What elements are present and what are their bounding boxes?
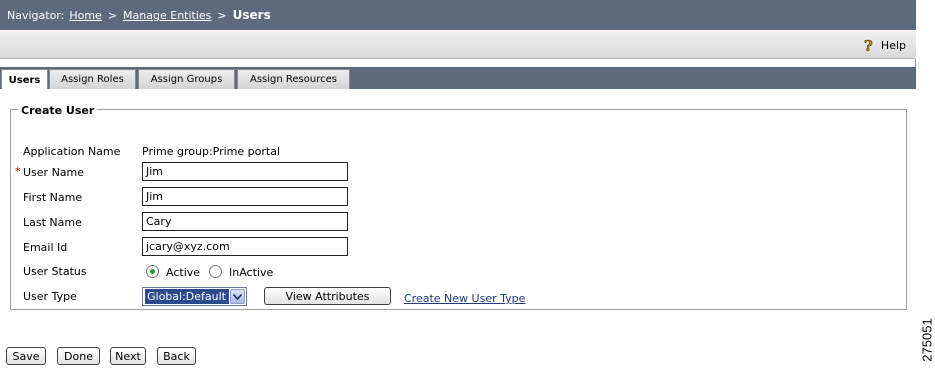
done-button[interactable]: Done [57,347,100,365]
breadcrumb-current: Users [232,8,271,22]
tab-assign-groups[interactable]: Assign Groups [138,69,235,89]
user-type-selected-value: Global:Default [145,289,229,304]
application-name-value: Prime group:Prime portal [142,145,280,158]
help-question-icon: ? [862,37,876,56]
status-active-label[interactable]: Active [166,266,200,279]
create-user-fieldset [10,109,907,310]
chevron-down-icon[interactable] [230,289,245,304]
back-button[interactable]: Back [157,347,196,365]
application-name-label: Application Name [23,145,121,158]
content-area [0,89,916,379]
user-name-input[interactable]: Jim [142,162,348,181]
save-button[interactable]: Save [6,347,46,365]
last-name-input[interactable]: Cary [142,212,348,231]
email-label: Email Id [23,241,68,254]
tab-strip: Users Assign Roles Assign Groups Assign … [0,67,916,90]
next-button[interactable]: Next [110,347,146,365]
status-inactive-label[interactable]: InActive [229,266,273,279]
email-input[interactable]: jcary@xyz.com [142,237,348,256]
breadcrumb-home-link[interactable]: Home [69,9,101,22]
status-inactive-radio[interactable] [209,265,222,278]
first-name-label: First Name [23,191,83,204]
first-name-input[interactable]: Jim [142,187,348,206]
help-label: Help [880,39,906,52]
tab-assign-roles[interactable]: Assign Roles [49,69,136,89]
app-frame: Navigator: Home > Manage Entities > User… [0,0,916,379]
last-name-label: Last Name [23,216,82,229]
navigator-prefix: Navigator: [7,8,65,22]
help-button[interactable]: ? Help [862,37,906,56]
user-name-label: User Name [23,166,85,179]
breadcrumb-manage-entities-link[interactable]: Manage Entities [123,9,211,22]
navigator-bar: Navigator: Home > Manage Entities > User… [0,0,916,30]
create-user-title: Create User [18,104,98,117]
figure-number: 275051 [918,300,935,379]
status-active-radio[interactable] [146,265,159,278]
tab-users[interactable]: Users [1,69,48,90]
view-attributes-button[interactable]: View Attributes [264,287,391,305]
create-new-user-type-link[interactable]: Create New User Type [404,292,525,305]
help-bar: ? Help [0,30,916,59]
user-type-label: User Type [23,290,77,303]
required-marker: * [15,165,21,178]
user-type-select[interactable]: Global:Default [142,287,247,306]
figure-number-text: 275051 [919,317,934,362]
breadcrumb-separator: > [217,8,227,22]
breadcrumb-separator: > [107,8,118,22]
svg-text:?: ? [864,38,873,53]
tab-assign-resources[interactable]: Assign Resources [237,69,350,89]
user-status-label: User Status [23,265,87,278]
